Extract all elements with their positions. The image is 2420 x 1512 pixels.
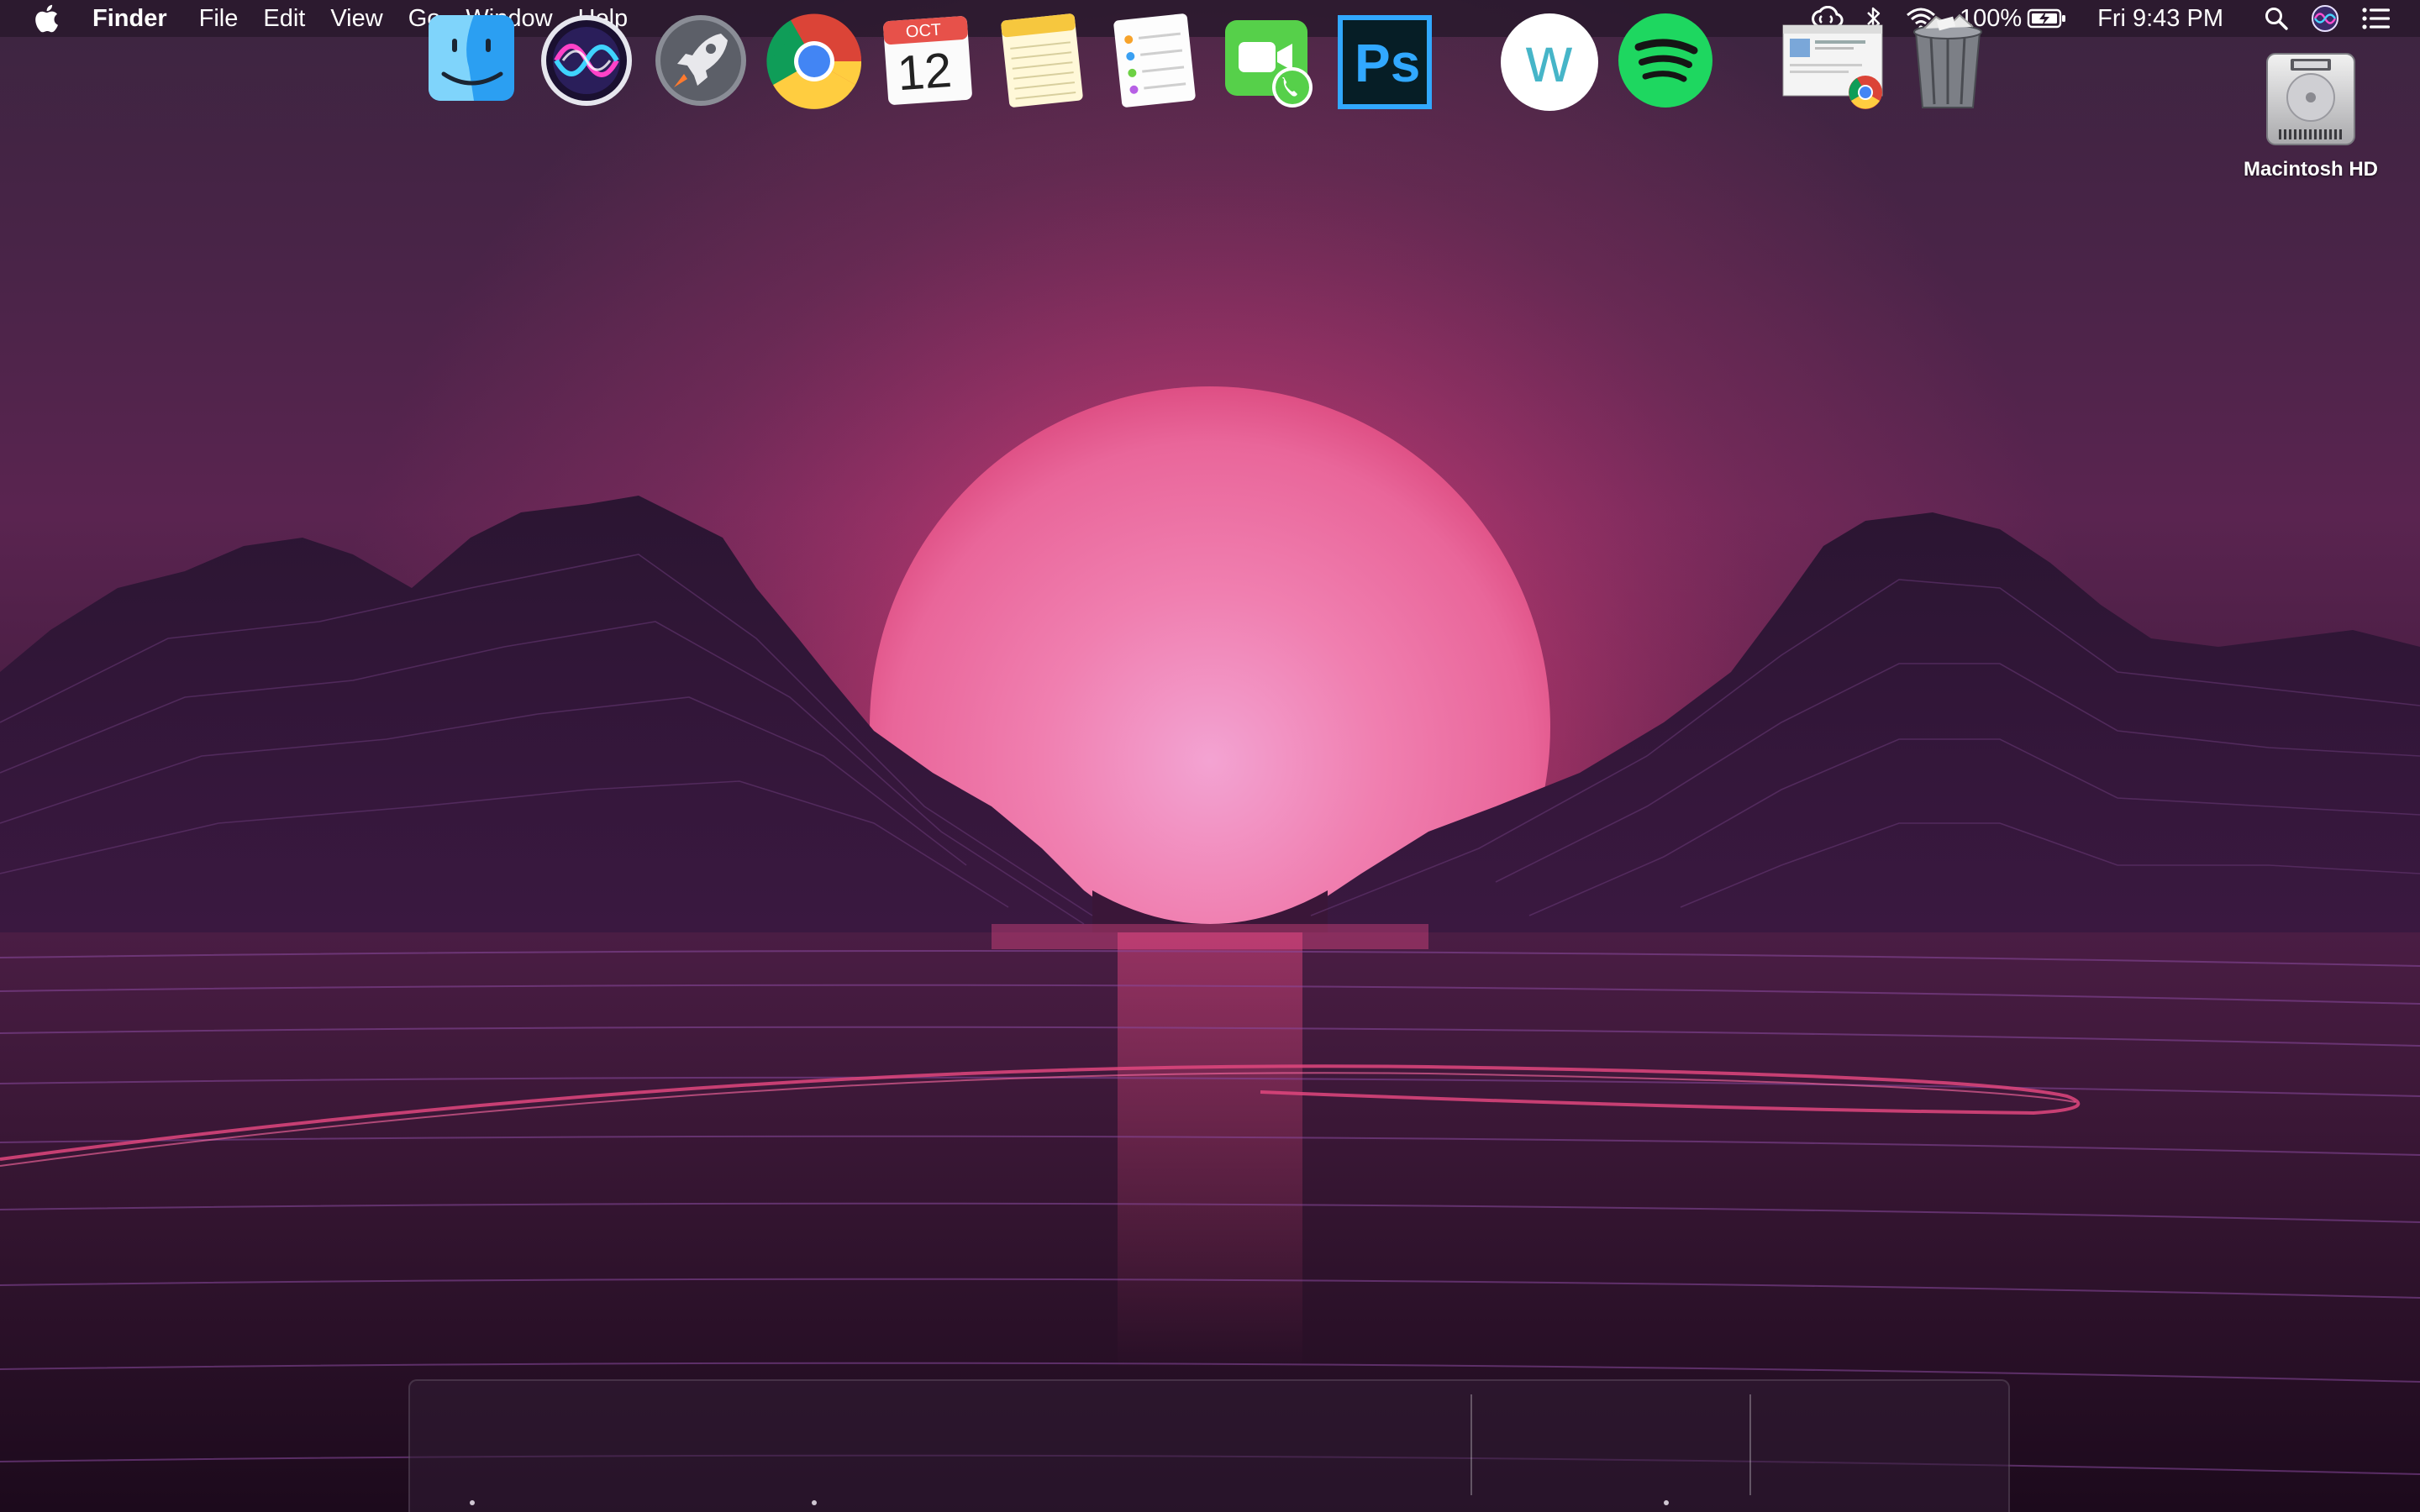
spotlight-status[interactable]	[2264, 6, 2289, 31]
battery-charging-icon	[2027, 8, 2066, 29]
macintosh-hd-desktop-icon[interactable]: Macintosh HD	[2218, 50, 2403, 202]
photoshop-label: Ps	[1355, 33, 1421, 93]
calendar-day: 12	[895, 42, 954, 102]
menu-bar: Finder File Edit View Go Window Help	[0, 0, 2420, 37]
spotlight-search-icon	[2265, 8, 2288, 30]
dock-trash[interactable]	[1899, 12, 2000, 113]
dock-separator-left	[1470, 1394, 1472, 1495]
chrome-running-indicator	[812, 1500, 817, 1505]
facetime-icon	[1225, 20, 1313, 108]
dock-chrome[interactable]	[765, 12, 865, 113]
launchpad-rocket-icon	[655, 15, 746, 106]
dock-notes[interactable]	[993, 12, 1094, 113]
siri-status[interactable]	[2311, 4, 2339, 33]
notes-icon	[1001, 13, 1083, 108]
macintosh-hd-label: Macintosh HD	[2243, 158, 2378, 181]
menu-app-name[interactable]: Finder	[92, 5, 167, 33]
siri-icon	[2312, 5, 2338, 32]
menu-clock[interactable]: Fri 9:43 PM	[2097, 5, 2223, 33]
dock-facetime[interactable]	[1218, 12, 1319, 113]
dock	[408, 1379, 2010, 1512]
dock-wunderlist[interactable]: w	[1499, 12, 1600, 113]
apple-menu-icon[interactable]	[34, 4, 59, 33]
spotify-running-indicator	[1664, 1500, 1669, 1505]
spotify-icon	[1618, 13, 1712, 108]
trash-full-icon	[1913, 13, 1982, 108]
minimized-window-thumbnail	[1782, 24, 1883, 109]
dock-finder[interactable]	[425, 12, 526, 113]
chrome-icon	[766, 13, 862, 109]
siri-app-icon	[541, 15, 632, 106]
notification-center-status[interactable]	[2361, 7, 2391, 30]
menu-view[interactable]: View	[330, 5, 382, 33]
dock-reminders[interactable]	[1106, 12, 1207, 113]
dock-separator-right	[1749, 1394, 1751, 1495]
synthwave-wallpaper	[0, 151, 2420, 1512]
menu-file[interactable]: File	[199, 5, 239, 33]
finder-running-indicator	[470, 1500, 475, 1505]
finder-icon	[429, 15, 514, 101]
dock-chrome-window[interactable]	[1780, 12, 1889, 113]
calendar-month: OCT	[905, 20, 942, 42]
dock-photoshop[interactable]: Ps	[1334, 12, 1435, 113]
notification-center-icon	[2362, 8, 2390, 29]
reminders-icon	[1113, 13, 1196, 108]
desktop-wallpaper	[0, 0, 2420, 1512]
dock-launchpad[interactable]	[652, 12, 753, 113]
hard-drive-icon	[2266, 53, 2355, 145]
wunderlist-label: w	[1526, 24, 1572, 96]
menu-edit[interactable]: Edit	[263, 5, 305, 33]
dock-spotify[interactable]	[1617, 12, 1718, 113]
dock-calendar[interactable]: OCT 12	[879, 12, 980, 113]
dock-siri[interactable]	[538, 12, 639, 113]
